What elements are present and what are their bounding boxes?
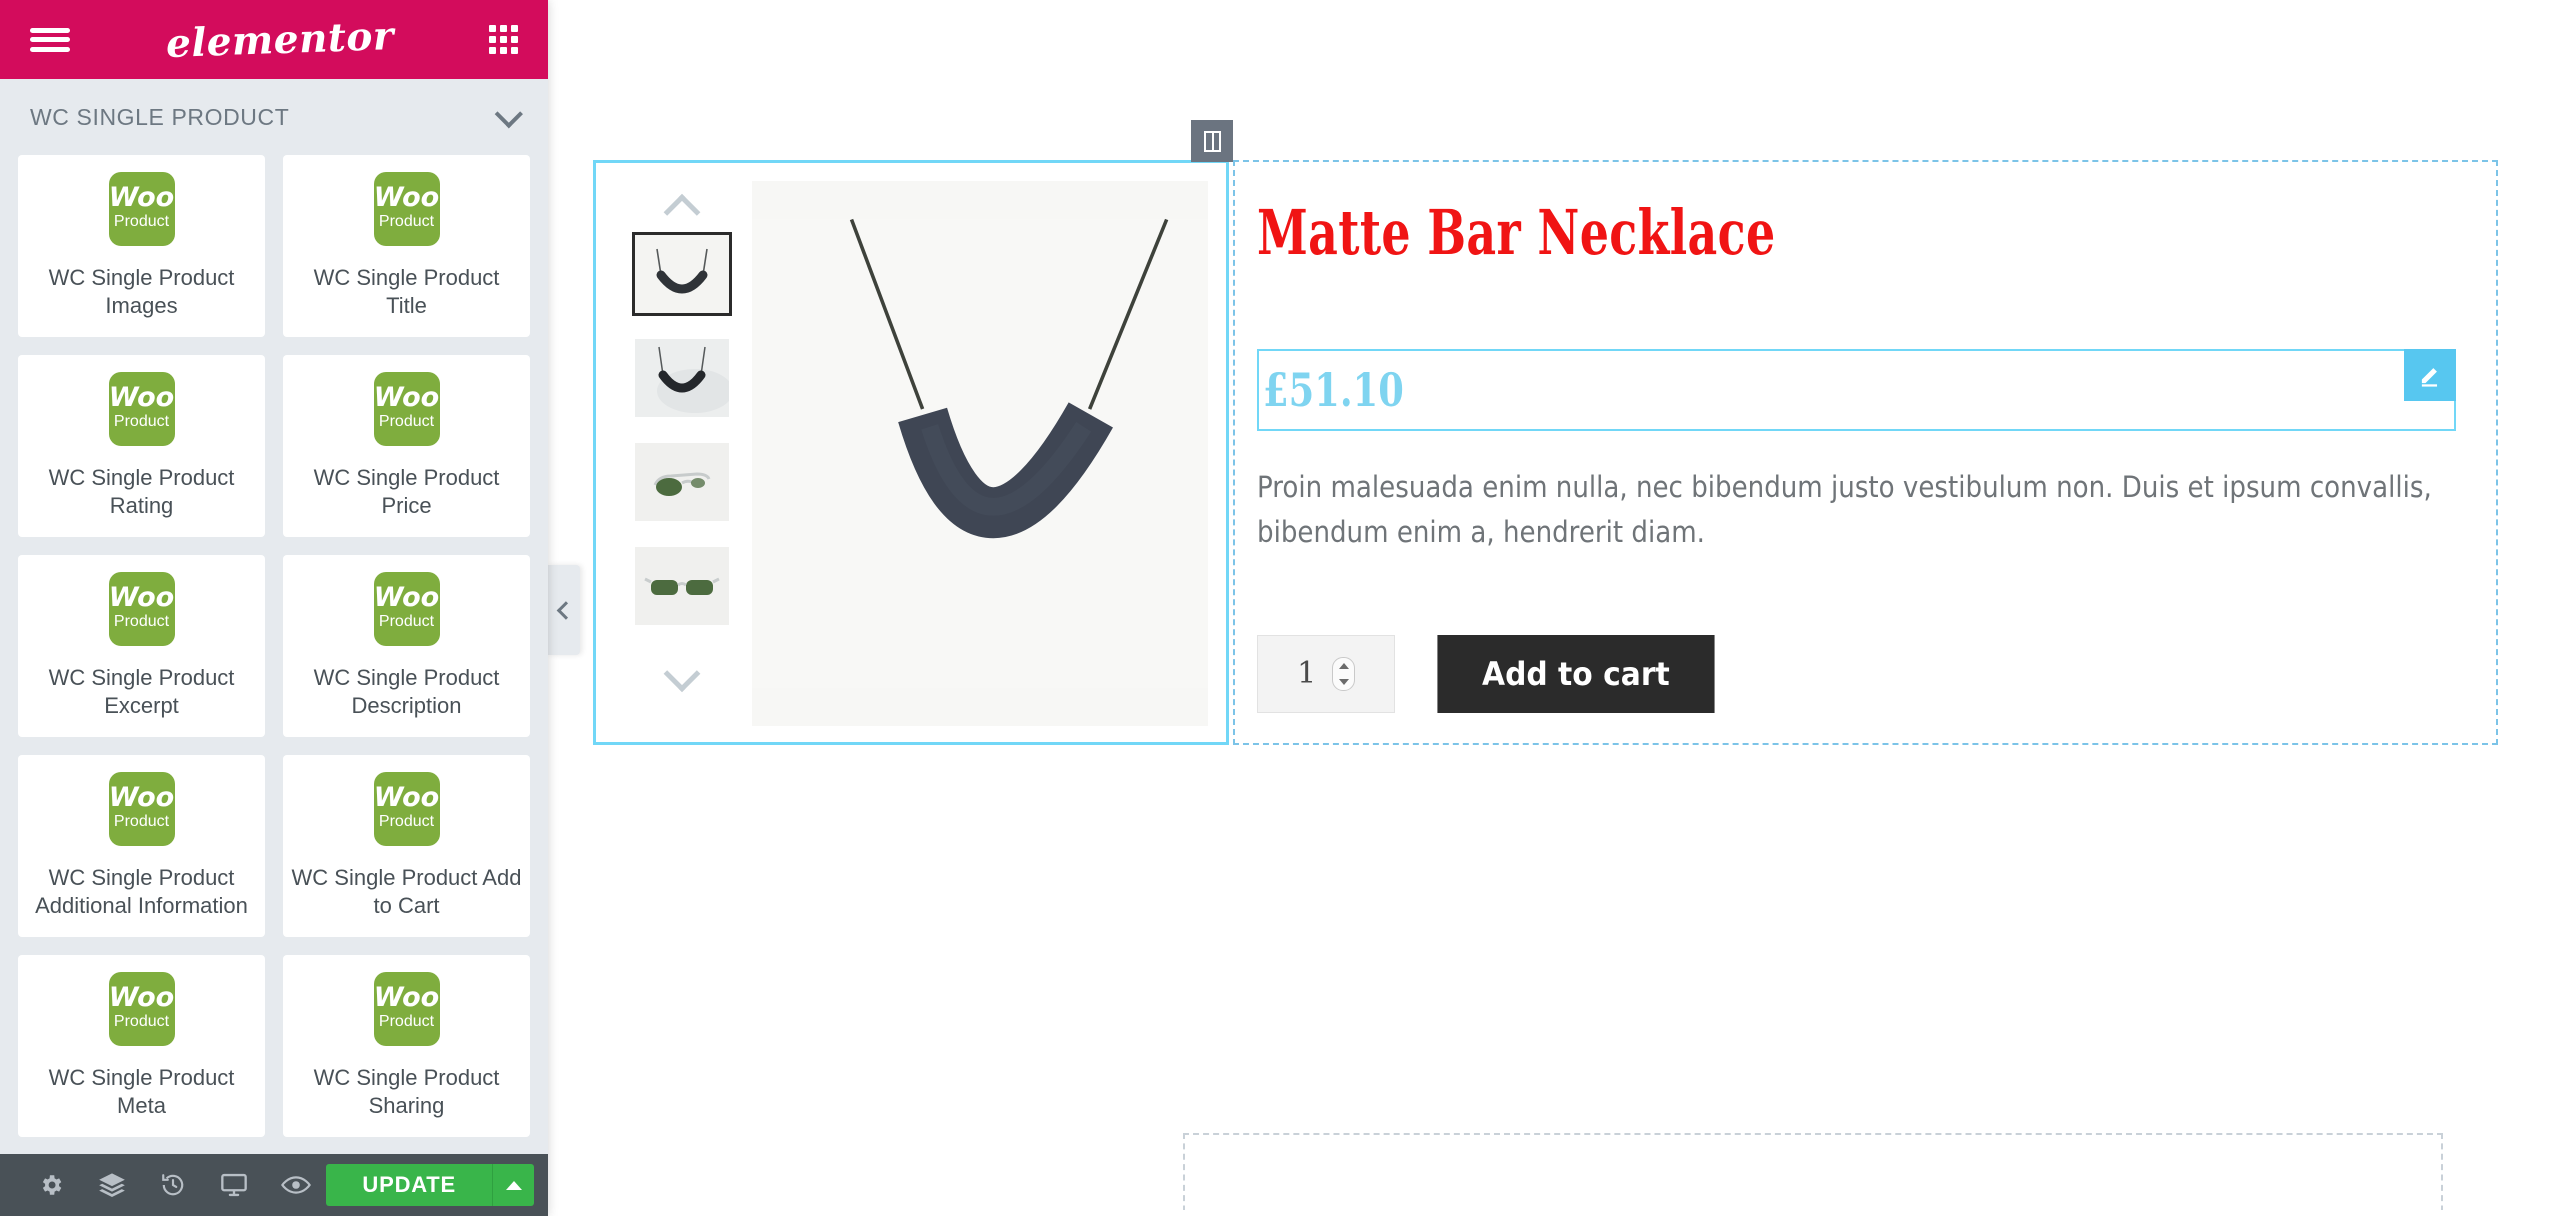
product-row: Matte Bar Necklace £51.10 Proin malesuad…: [593, 120, 2498, 745]
update-button[interactable]: UPDATE: [326, 1164, 493, 1206]
woo-product-icon: Woo Product: [108, 171, 175, 246]
panel-header: elementor: [0, 0, 548, 79]
widget-card-price[interactable]: Woo Product WC Single Product Price: [283, 355, 530, 537]
category-label: WC SINGLE PRODUCT: [30, 103, 290, 130]
widget-card-description[interactable]: Woo Product WC Single Product Descriptio…: [283, 555, 530, 737]
editor-canvas: Matte Bar Necklace £51.10 Proin malesuad…: [548, 0, 2558, 1216]
widget-label: WC Single Product Images: [48, 264, 235, 318]
grid-apps-icon[interactable]: [488, 25, 518, 54]
chevron-down-icon[interactable]: [618, 651, 746, 705]
widget-label: WC Single Product Rating: [48, 464, 235, 518]
widget-card-sharing[interactable]: Woo Product WC Single Product Sharing: [283, 955, 530, 1137]
update-options-caret-up-icon[interactable]: [492, 1164, 535, 1206]
widget-card-images[interactable]: Woo Product WC Single Product Images: [18, 155, 265, 337]
add-to-cart-widget: 1 Add to cart: [1257, 634, 2456, 713]
product-main-image[interactable]: [752, 181, 1209, 726]
thumbnail-item[interactable]: [632, 232, 732, 316]
thumbnail-strip: [618, 181, 746, 726]
widget-card-meta[interactable]: Woo Product WC Single Product Meta: [18, 955, 265, 1137]
add-to-cart-button[interactable]: Add to cart: [1437, 634, 1715, 713]
panel-collapse-handle[interactable]: [548, 565, 580, 655]
product-title: Matte Bar Necklace: [1257, 196, 1776, 269]
woo-product-icon: Woo Product: [108, 971, 175, 1046]
woo-product-icon: Woo Product: [108, 571, 175, 646]
quantity-value: 1: [1297, 656, 1317, 692]
canvas-bottom-edge: [548, 1210, 2558, 1216]
widgets-panel: elementor WC SINGLE PRODUCT Woo Product …: [0, 0, 548, 1216]
product-price: £51.10: [1263, 363, 1404, 418]
woo-product-icon: Woo Product: [373, 171, 440, 246]
widget-card-title[interactable]: Woo Product WC Single Product Title: [283, 155, 530, 337]
preview-eye-icon[interactable]: [265, 1154, 326, 1216]
widget-label: WC Single Product Description: [313, 664, 500, 718]
widget-label: WC Single Product Additional Information: [35, 864, 248, 918]
widget-category-header[interactable]: WC SINGLE PRODUCT: [0, 79, 548, 155]
chevron-left-icon: [556, 600, 575, 620]
elementor-editor: elementor WC SINGLE PRODUCT Woo Product …: [0, 0, 2558, 1216]
widget-label: WC Single Product Title: [313, 264, 500, 318]
thumbnail-item[interactable]: [635, 443, 729, 521]
panel-footer: UPDATE: [0, 1154, 548, 1216]
responsive-mode-icon[interactable]: [204, 1154, 265, 1216]
widget-label: WC Single Product Add to Cart: [291, 864, 522, 918]
thumbnail-item[interactable]: [635, 547, 729, 625]
widget-grid: Woo Product WC Single Product Images Woo…: [0, 155, 548, 1154]
product-details-column[interactable]: Matte Bar Necklace £51.10 Proin malesuad…: [1191, 120, 2498, 745]
hamburger-icon[interactable]: [30, 25, 70, 55]
history-revisions-icon[interactable]: [143, 1154, 204, 1216]
quantity-stepper[interactable]: 1: [1257, 634, 1396, 713]
navigator-layers-icon[interactable]: [81, 1154, 142, 1216]
widget-card-add-to-cart[interactable]: Woo Product WC Single Product Add to Car…: [283, 755, 530, 937]
pencil-edit-icon[interactable]: [2404, 349, 2456, 402]
product-section: Matte Bar Necklace £51.10 Proin malesuad…: [593, 120, 2498, 745]
widget-label: WC Single Product Excerpt: [48, 664, 235, 718]
thumbnail-item[interactable]: [635, 339, 729, 417]
update-button-group: UPDATE: [326, 1164, 535, 1206]
widget-card-excerpt[interactable]: Woo Product WC Single Product Excerpt: [18, 555, 265, 737]
settings-gear-icon[interactable]: [20, 1154, 81, 1216]
product-price-widget[interactable]: £51.10: [1257, 349, 2456, 432]
quantity-spinner-icon[interactable]: [1332, 656, 1356, 691]
woo-product-icon: Woo Product: [108, 371, 175, 446]
elementor-logo: elementor: [164, 12, 395, 67]
widget-card-additional-information[interactable]: Woo Product WC Single Product Additional…: [18, 755, 265, 937]
woo-product-icon: Woo Product: [373, 971, 440, 1046]
widget-label: WC Single Product Sharing: [313, 1064, 500, 1118]
product-images-widget[interactable]: [593, 160, 1230, 745]
chevron-down-icon[interactable]: [494, 100, 523, 129]
woo-product-icon: Woo Product: [108, 771, 175, 846]
widget-label: WC Single Product Meta: [48, 1064, 235, 1118]
widget-card-rating[interactable]: Woo Product WC Single Product Rating: [18, 355, 265, 537]
empty-section-placeholder[interactable]: [1183, 1133, 2443, 1216]
widget-label: WC Single Product Price: [313, 464, 500, 518]
woo-product-icon: Woo Product: [373, 371, 440, 446]
woo-product-icon: Woo Product: [373, 771, 440, 846]
product-description: Proin malesuada enim nulla, nec bibendum…: [1257, 470, 2432, 550]
column-drag-handle-icon[interactable]: [1191, 120, 1234, 162]
woo-product-icon: Woo Product: [373, 571, 440, 646]
chevron-up-icon[interactable]: [618, 181, 746, 235]
